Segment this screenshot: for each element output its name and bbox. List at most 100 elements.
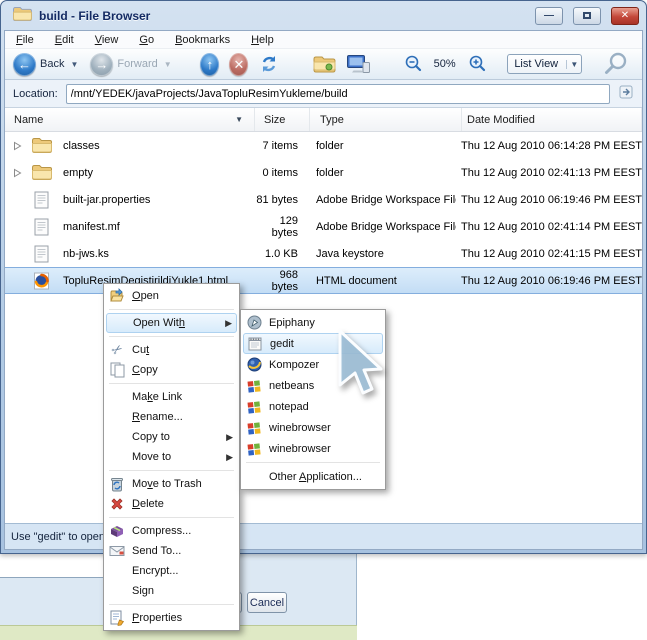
- menu-separator: [109, 336, 234, 337]
- menu-item-copy-to[interactable]: Copy to ▶: [104, 427, 239, 447]
- forward-dropdown-arrow[interactable]: ▼: [164, 60, 172, 69]
- menu-item-cut[interactable]: ✂ Cut: [104, 340, 239, 360]
- menubar-item-go[interactable]: Go: [139, 34, 154, 46]
- menu-item-label: winebrowser: [269, 442, 331, 455]
- menu-item-winebrowser[interactable]: winebrowser: [241, 438, 385, 459]
- epiphany-icon: [244, 315, 264, 330]
- toolbar: ← Back ▼ → Forward ▼ ↑ ✕ 50% List View ▼: [5, 49, 642, 80]
- zoom-in-button[interactable]: [467, 54, 487, 74]
- menu-item-make-link[interactable]: Make Link: [104, 387, 239, 407]
- file-row-empty[interactable]: empty 0 items folder Thu 12 Aug 2010 02:41:…: [5, 159, 642, 186]
- status-bar: Use "gedit" to open: [5, 523, 642, 549]
- stop-button[interactable]: ✕: [229, 52, 249, 76]
- forward-icon: →: [90, 52, 114, 76]
- firefox-html-icon: [27, 272, 55, 290]
- back-button[interactable]: ← Back ▼: [13, 52, 80, 76]
- status-text: Use "gedit" to open: [11, 530, 106, 543]
- menu-item-label: notepad: [269, 400, 309, 413]
- menu-item-encrypt[interactable]: Encrypt...: [104, 561, 239, 581]
- home-folder-button[interactable]: [312, 55, 336, 74]
- column-header-date-modified[interactable]: Date Modified: [462, 108, 642, 131]
- menu-item-delete[interactable]: Delete: [104, 494, 239, 514]
- menu-item-label: Epiphany: [269, 316, 315, 329]
- menu-item-open-with[interactable]: Open With ▶: [106, 313, 237, 333]
- file-row-built-jar-properties[interactable]: built-jar.properties 81 bytes Adobe Bridge…: [5, 186, 642, 213]
- trash-icon: [107, 476, 127, 492]
- column-header-size[interactable]: Size: [255, 108, 310, 131]
- file-modified: Thu 12 Aug 2010 02:41:14 PM EEST: [460, 220, 642, 233]
- close-button[interactable]: ✕: [611, 6, 639, 25]
- folder-icon: [27, 164, 55, 181]
- location-input[interactable]: [65, 83, 610, 104]
- menubar-item-file[interactable]: File: [16, 34, 34, 46]
- menu-item-properties[interactable]: Properties: [104, 608, 239, 628]
- file-size: 968 bytes: [271, 268, 298, 293]
- forward-button[interactable]: → Forward ▼: [90, 52, 173, 76]
- maximize-button[interactable]: [573, 6, 601, 25]
- menu-separator: [109, 383, 234, 384]
- minimize-button[interactable]: —: [535, 6, 563, 25]
- wine-app-icon: [244, 400, 264, 414]
- menu-item-winebrowser[interactable]: winebrowser: [241, 417, 385, 438]
- search-button[interactable]: [603, 51, 629, 77]
- file-type: folder: [315, 139, 344, 152]
- folder-icon: [27, 137, 55, 154]
- view-mode-select[interactable]: List View ▼: [507, 54, 583, 74]
- location-bar: Location:: [5, 80, 642, 108]
- back-label: Back: [40, 58, 65, 70]
- file-modified: Thu 12 Aug 2010 02:41:13 PM EEST: [460, 166, 642, 179]
- menubar-item-view[interactable]: View: [95, 34, 119, 46]
- refresh-button[interactable]: [258, 53, 280, 75]
- menu-item-other-application[interactable]: Other Application...: [241, 466, 385, 487]
- sendto-icon: [107, 545, 127, 557]
- file-modified: Thu 12 Aug 2010 06:14:28 PM EEST: [460, 139, 642, 152]
- file-modified: Thu 12 Aug 2010 02:41:15 PM EEST: [460, 247, 642, 260]
- menu-item-label: Sign: [132, 585, 155, 597]
- menu-bar: File Edit View Go Bookmarks Help: [5, 31, 642, 49]
- up-button[interactable]: ↑: [200, 52, 220, 76]
- file-row-classes[interactable]: classes 7 items folder Thu 12 Aug 2010 06:1…: [5, 132, 642, 159]
- forward-label: Forward: [117, 58, 158, 70]
- menu-item-rename[interactable]: Rename...: [104, 407, 239, 427]
- menubar-item-bookmarks[interactable]: Bookmarks: [175, 34, 230, 46]
- menu-item-label: Send To...: [132, 545, 182, 557]
- back-dropdown-arrow[interactable]: ▼: [70, 60, 78, 69]
- menu-item-move-to[interactable]: Move to ▶: [104, 447, 239, 467]
- view-combo-arrow-icon: ▼: [566, 59, 581, 69]
- menu-item-label: Delete: [132, 498, 164, 510]
- menu-item-open[interactable]: Open: [104, 286, 239, 306]
- file-modified: Thu 12 Aug 2010 06:19:46 PM EEST: [460, 193, 642, 206]
- expander-icon[interactable]: [13, 141, 27, 151]
- menu-item-copy[interactable]: Copy: [104, 360, 239, 380]
- compress-icon: [107, 524, 127, 538]
- menu-item-compress[interactable]: Compress...: [104, 521, 239, 541]
- file-name: classes: [63, 139, 100, 152]
- gedit-icon: [245, 336, 265, 351]
- file-row-nb-jws-ks[interactable]: nb-jws.ks 1.0 KB Java keystore Thu 12 Aug 2…: [5, 240, 642, 267]
- menubar-item-edit[interactable]: Edit: [55, 34, 74, 46]
- title-bar[interactable]: build - File Browser — ✕: [1, 1, 646, 30]
- menu-item-label: Copy: [132, 364, 158, 376]
- menu-item-send-to[interactable]: Send To...: [104, 541, 239, 561]
- submenu-arrow-icon: ▶: [226, 431, 233, 442]
- computer-button[interactable]: [346, 54, 371, 74]
- cancel-button[interactable]: Cancel: [247, 592, 287, 613]
- file-row-topluresimdegistirildiyukle1-html[interactable]: TopluResimDegistirildiYukle1.html 968 byt…: [5, 267, 642, 294]
- expander-icon[interactable]: [13, 168, 27, 178]
- file-name-cell: manifest.mf: [5, 218, 252, 236]
- file-type: HTML document: [315, 274, 397, 287]
- menubar-item-help[interactable]: Help: [251, 34, 274, 46]
- file-name: nb-jws.ks: [63, 247, 109, 260]
- column-header-name[interactable]: Name ▼: [5, 108, 255, 131]
- zoom-out-button[interactable]: [403, 54, 423, 74]
- text-file-icon: [27, 245, 55, 263]
- location-jump-icon[interactable]: [618, 84, 634, 103]
- menu-item-move-to-trash[interactable]: Move to Trash: [104, 474, 239, 494]
- column-header-type[interactable]: Type: [310, 108, 462, 131]
- submenu-arrow-icon: ▶: [225, 317, 232, 328]
- menu-item-sign[interactable]: Sign: [104, 581, 239, 601]
- properties-icon: [107, 610, 127, 626]
- column-headers: Name ▼ Size Type Date Modified: [5, 108, 642, 132]
- file-row-manifest-mf[interactable]: manifest.mf 129 bytes Adobe Bridge Workspa…: [5, 213, 642, 240]
- wine-app-icon: [244, 421, 264, 435]
